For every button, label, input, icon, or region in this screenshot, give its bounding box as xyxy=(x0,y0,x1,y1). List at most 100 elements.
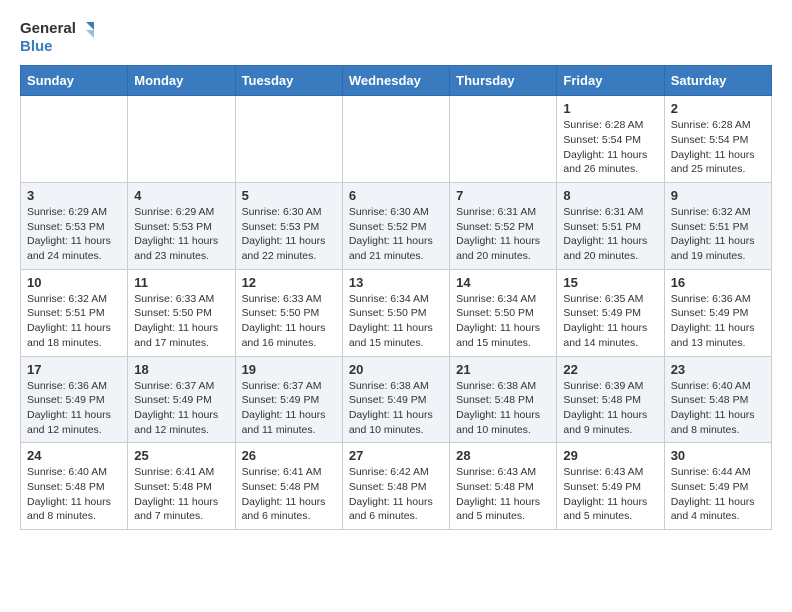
day-number: 5 xyxy=(242,188,336,203)
calendar-cell: 12 Sunrise: 6:33 AM Sunset: 5:50 PM Dayli… xyxy=(235,269,342,356)
day-number: 24 xyxy=(27,448,121,463)
day-number: 23 xyxy=(671,362,765,377)
day-number: 25 xyxy=(134,448,228,463)
day-number: 13 xyxy=(349,275,443,290)
day-header-saturday: Saturday xyxy=(664,66,771,96)
day-number: 26 xyxy=(242,448,336,463)
day-info: Sunrise: 6:39 AM Sunset: 5:48 PM Dayligh… xyxy=(563,379,657,438)
day-number: 16 xyxy=(671,275,765,290)
calendar-cell: 11Sunrise: 6:33 AM Sunset: 5:50 PM Dayli… xyxy=(128,269,235,356)
day-number: 3 xyxy=(27,188,121,203)
calendar-cell: 3 Sunrise: 6:29 AM Sunset: 5:53 PM Daylig… xyxy=(21,183,128,270)
day-info: Sunrise: 6:36 AM Sunset: 5:49 PM Dayligh… xyxy=(27,379,121,438)
day-number: 18 xyxy=(134,362,228,377)
calendar-cell: 24 Sunrise: 6:40 AM Sunset: 5:48 PM Dayli… xyxy=(21,443,128,530)
calendar-cell: 18 Sunrise: 6:37 AM Sunset: 5:49 PM Dayli… xyxy=(128,356,235,443)
day-number: 14 xyxy=(456,275,550,290)
calendar-cell: 21 Sunrise: 6:38 AM Sunset: 5:48 PM Dayli… xyxy=(450,356,557,443)
day-number: 12 xyxy=(242,275,336,290)
calendar-cell xyxy=(235,96,342,183)
week-row-3: 10Sunrise: 6:32 AM Sunset: 5:51 PM Dayli… xyxy=(21,269,772,356)
day-number: 27 xyxy=(349,448,443,463)
logo-general-text: General xyxy=(20,20,76,37)
day-number: 4 xyxy=(134,188,228,203)
calendar-cell xyxy=(450,96,557,183)
calendar-cell: 29 Sunrise: 6:43 AM Sunset: 5:49 PM Dayli… xyxy=(557,443,664,530)
day-number: 29 xyxy=(563,448,657,463)
logo-blue-text: Blue xyxy=(20,38,96,55)
day-info: Sunrise: 6:43 AM Sunset: 5:48 PM Dayligh… xyxy=(456,465,550,524)
day-number: 30 xyxy=(671,448,765,463)
day-info: Sunrise: 6:36 AM Sunset: 5:49 PM Dayligh… xyxy=(671,292,765,351)
calendar-cell: 7Sunrise: 6:31 AM Sunset: 5:52 PM Daylig… xyxy=(450,183,557,270)
day-info: Sunrise: 6:34 AM Sunset: 5:50 PM Dayligh… xyxy=(349,292,443,351)
day-number: 9 xyxy=(671,188,765,203)
week-row-4: 17 Sunrise: 6:36 AM Sunset: 5:49 PM Dayli… xyxy=(21,356,772,443)
calendar: SundayMondayTuesdayWednesdayThursdayFrid… xyxy=(20,65,772,530)
calendar-cell: 14 Sunrise: 6:34 AM Sunset: 5:50 PM Dayli… xyxy=(450,269,557,356)
day-info: Sunrise: 6:43 AM Sunset: 5:49 PM Dayligh… xyxy=(563,465,657,524)
day-number: 10 xyxy=(27,275,121,290)
day-number: 2 xyxy=(671,101,765,116)
day-info: Sunrise: 6:38 AM Sunset: 5:48 PM Dayligh… xyxy=(456,379,550,438)
calendar-cell: 15 Sunrise: 6:35 AM Sunset: 5:49 PM Dayli… xyxy=(557,269,664,356)
calendar-cell: 30 Sunrise: 6:44 AM Sunset: 5:49 PM Dayli… xyxy=(664,443,771,530)
logo: General Blue xyxy=(20,20,96,55)
day-header-friday: Friday xyxy=(557,66,664,96)
day-info: Sunrise: 6:40 AM Sunset: 5:48 PM Dayligh… xyxy=(27,465,121,524)
calendar-cell: 20Sunrise: 6:38 AM Sunset: 5:49 PM Dayli… xyxy=(342,356,449,443)
day-info: Sunrise: 6:35 AM Sunset: 5:49 PM Dayligh… xyxy=(563,292,657,351)
day-info: Sunrise: 6:30 AM Sunset: 5:52 PM Dayligh… xyxy=(349,205,443,264)
calendar-cell: 25 Sunrise: 6:41 AM Sunset: 5:48 PM Dayli… xyxy=(128,443,235,530)
logo-arrow-icon xyxy=(78,20,96,38)
day-info: Sunrise: 6:41 AM Sunset: 5:48 PM Dayligh… xyxy=(242,465,336,524)
day-info: Sunrise: 6:28 AM Sunset: 5:54 PM Dayligh… xyxy=(671,118,765,177)
day-info: Sunrise: 6:34 AM Sunset: 5:50 PM Dayligh… xyxy=(456,292,550,351)
calendar-cell xyxy=(128,96,235,183)
day-info: Sunrise: 6:29 AM Sunset: 5:53 PM Dayligh… xyxy=(134,205,228,264)
day-info: Sunrise: 6:28 AM Sunset: 5:54 PM Dayligh… xyxy=(563,118,657,177)
calendar-cell: 27 Sunrise: 6:42 AM Sunset: 5:48 PM Dayli… xyxy=(342,443,449,530)
day-info: Sunrise: 6:30 AM Sunset: 5:53 PM Dayligh… xyxy=(242,205,336,264)
day-info: Sunrise: 6:44 AM Sunset: 5:49 PM Dayligh… xyxy=(671,465,765,524)
day-info: Sunrise: 6:29 AM Sunset: 5:53 PM Dayligh… xyxy=(27,205,121,264)
day-number: 8 xyxy=(563,188,657,203)
day-info: Sunrise: 6:42 AM Sunset: 5:48 PM Dayligh… xyxy=(349,465,443,524)
week-row-1: 1 Sunrise: 6:28 AM Sunset: 5:54 PM Daylig… xyxy=(21,96,772,183)
day-header-thursday: Thursday xyxy=(450,66,557,96)
calendar-cell: 16 Sunrise: 6:36 AM Sunset: 5:49 PM Dayli… xyxy=(664,269,771,356)
header: General Blue xyxy=(20,20,772,55)
day-number: 15 xyxy=(563,275,657,290)
calendar-cell: 1 Sunrise: 6:28 AM Sunset: 5:54 PM Daylig… xyxy=(557,96,664,183)
day-header-monday: Monday xyxy=(128,66,235,96)
day-info: Sunrise: 6:37 AM Sunset: 5:49 PM Dayligh… xyxy=(134,379,228,438)
calendar-cell: 5 Sunrise: 6:30 AM Sunset: 5:53 PM Daylig… xyxy=(235,183,342,270)
day-number: 6 xyxy=(349,188,443,203)
day-info: Sunrise: 6:37 AM Sunset: 5:49 PM Dayligh… xyxy=(242,379,336,438)
calendar-cell xyxy=(21,96,128,183)
calendar-cell: 6 Sunrise: 6:30 AM Sunset: 5:52 PM Daylig… xyxy=(342,183,449,270)
calendar-cell xyxy=(342,96,449,183)
day-info: Sunrise: 6:40 AM Sunset: 5:48 PM Dayligh… xyxy=(671,379,765,438)
calendar-cell: 17 Sunrise: 6:36 AM Sunset: 5:49 PM Dayli… xyxy=(21,356,128,443)
calendar-cell: 2 Sunrise: 6:28 AM Sunset: 5:54 PM Daylig… xyxy=(664,96,771,183)
calendar-cell: 23 Sunrise: 6:40 AM Sunset: 5:48 PM Dayli… xyxy=(664,356,771,443)
calendar-cell: 13 Sunrise: 6:34 AM Sunset: 5:50 PM Dayli… xyxy=(342,269,449,356)
day-header-sunday: Sunday xyxy=(21,66,128,96)
calendar-cell: 4 Sunrise: 6:29 AM Sunset: 5:53 PM Daylig… xyxy=(128,183,235,270)
week-row-2: 3 Sunrise: 6:29 AM Sunset: 5:53 PM Daylig… xyxy=(21,183,772,270)
day-number: 11 xyxy=(134,275,228,290)
day-info: Sunrise: 6:32 AM Sunset: 5:51 PM Dayligh… xyxy=(671,205,765,264)
day-info: Sunrise: 6:33 AM Sunset: 5:50 PM Dayligh… xyxy=(242,292,336,351)
day-number: 20 xyxy=(349,362,443,377)
day-number: 17 xyxy=(27,362,121,377)
calendar-cell: 26 Sunrise: 6:41 AM Sunset: 5:48 PM Dayli… xyxy=(235,443,342,530)
day-number: 1 xyxy=(563,101,657,116)
day-number: 21 xyxy=(456,362,550,377)
day-info: Sunrise: 6:31 AM Sunset: 5:51 PM Dayligh… xyxy=(563,205,657,264)
calendar-cell: 10Sunrise: 6:32 AM Sunset: 5:51 PM Dayli… xyxy=(21,269,128,356)
day-info: Sunrise: 6:41 AM Sunset: 5:48 PM Dayligh… xyxy=(134,465,228,524)
calendar-cell: 22 Sunrise: 6:39 AM Sunset: 5:48 PM Dayli… xyxy=(557,356,664,443)
day-number: 22 xyxy=(563,362,657,377)
calendar-cell: 28Sunrise: 6:43 AM Sunset: 5:48 PM Dayli… xyxy=(450,443,557,530)
